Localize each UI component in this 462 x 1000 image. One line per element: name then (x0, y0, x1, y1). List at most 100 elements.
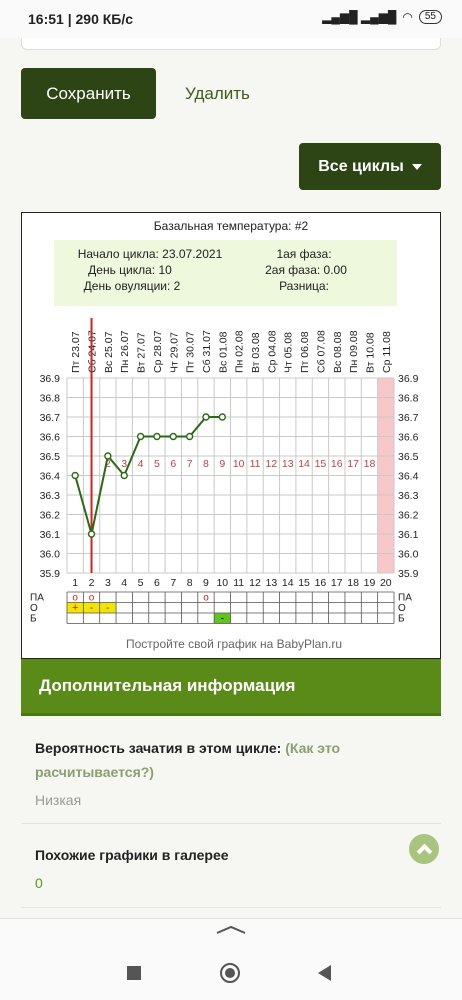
row-label-right: ПА (398, 593, 412, 604)
difference-text: Разница: (279, 279, 329, 293)
y-tick-label-left: 36.2 (40, 510, 61, 522)
page-content: Сохранить Удалить Все циклы Базальная те… (0, 38, 462, 918)
o-mark: - (90, 602, 94, 614)
date-label: Пт 06.08 (299, 331, 311, 373)
chevron-up-icon[interactable] (216, 925, 246, 935)
y-tick-label-right: 35.9 (398, 568, 419, 580)
phase-day-number: 18 (364, 458, 376, 470)
day-number: 8 (187, 577, 193, 589)
phase-day-number: 4 (138, 458, 144, 470)
bbt-chart: Базальная температура: #2 Начало цикла: 2… (21, 212, 441, 659)
date-label: Пт 23.07 (70, 331, 82, 373)
phase-day-number: 5 (154, 458, 160, 470)
temperature-point (87, 530, 96, 538)
row-label-left: ПА (30, 593, 44, 604)
status-icons: ▂▄▆█ ▂▄▆█ ◠ 55 (322, 10, 442, 24)
similar-block: Похожие графики в галерее 0 (21, 838, 441, 908)
temperature-point (136, 432, 145, 441)
y-tick-label-right: 36.4 (398, 471, 419, 483)
day-number: 15 (298, 577, 310, 589)
temperature-point (120, 471, 128, 480)
y-tick-label-right: 36.0 (398, 549, 419, 561)
day-number: 2 (89, 577, 95, 589)
day-number: 13 (266, 577, 278, 589)
temperature-point (71, 471, 79, 480)
battery-icon: 55 (418, 10, 442, 24)
y-tick-label-right: 36.2 (398, 510, 419, 522)
day-number: 7 (170, 577, 176, 589)
phase-day-number: 7 (187, 458, 193, 470)
day-number: 17 (331, 577, 343, 589)
date-label: Вс 25.07 (103, 331, 115, 373)
delete-link[interactable]: Удалить (185, 84, 250, 104)
row-label-left: О (30, 603, 38, 614)
date-label: Пн 09.08 (348, 330, 360, 373)
day-number: 3 (105, 577, 111, 589)
phase-day-number: 11 (250, 458, 261, 470)
day-number: 14 (282, 577, 294, 589)
day-number: 16 (315, 577, 327, 589)
status-bar: 16:51 | 290 КБ/с ▂▄▆█ ▂▄▆█ ◠ 55 (0, 0, 462, 38)
pa-mark: o (203, 593, 209, 604)
date-label: Чт 29.07 (168, 332, 180, 373)
phase2-text: 2ая фаза: 0.00 (265, 263, 347, 277)
save-button[interactable]: Сохранить (21, 68, 156, 119)
bbt-chart-svg: Базальная температура: #2 Начало цикла: 2… (30, 219, 419, 651)
recent-apps-button[interactable] (127, 966, 141, 980)
y-tick-label-right: 36.6 (398, 432, 419, 444)
y-tick-label-left: 36.6 (40, 432, 61, 444)
ovulation-day-text: День овуляции: 2 (84, 279, 181, 293)
y-tick-label-left: 36.4 (40, 471, 61, 483)
phase1-text: 1ая фаза: (276, 247, 331, 261)
date-label: Чт 05.08 (283, 332, 295, 373)
phase-day-number: 14 (298, 458, 310, 470)
row-label-right: Б (398, 614, 405, 625)
phase-day-number: 9 (219, 458, 225, 470)
y-tick-label-right: 36.1 (398, 529, 419, 541)
similar-value: 0 (35, 875, 43, 891)
y-tick-label-right: 36.7 (398, 412, 419, 424)
day-number: 19 (364, 577, 376, 589)
phase-day-number: 12 (266, 458, 278, 470)
y-tick-label-left: 36.7 (40, 412, 61, 424)
y-tick-label-left: 36.3 (40, 490, 61, 502)
date-label: Вс 01.08 (217, 331, 229, 373)
chart-footer: Постройте свой график на BabyPlan.ru (126, 637, 342, 651)
phase-day-number: 15 (315, 458, 327, 470)
day-number: 12 (249, 577, 261, 589)
form-card-bottom (21, 38, 441, 50)
day-number: 10 (216, 577, 228, 589)
phase-day-number: 17 (347, 458, 359, 470)
date-label: Вс 08.08 (332, 331, 344, 373)
y-tick-label-right: 36.8 (398, 393, 419, 405)
cycle-day-text: День цикла: 10 (88, 263, 172, 277)
y-tick-label-left: 35.9 (40, 568, 61, 580)
conception-block: Вероятность зачатия в этом цикле: (Как э… (21, 728, 441, 824)
date-label: Пн 26.07 (119, 330, 131, 373)
day-number: 18 (347, 577, 359, 589)
home-button[interactable] (220, 963, 240, 983)
chevron-up-icon (416, 843, 432, 860)
chart-title: Базальная температура: #2 (154, 219, 309, 233)
back-button[interactable] (318, 965, 331, 981)
status-time: 16:51 | 290 КБ/с (28, 11, 134, 27)
all-cycles-label: Все циклы (318, 157, 404, 175)
conception-value: Низкая (35, 792, 82, 808)
additional-info-header: Дополнительная информация (21, 659, 441, 716)
date-label: Ср 04.08 (266, 330, 278, 373)
row-label-left: Б (30, 614, 37, 625)
o-mark: - (106, 602, 110, 614)
phase-day-number: 8 (203, 458, 209, 470)
temperature-point (169, 432, 177, 441)
date-label: Пт 30.07 (185, 331, 197, 373)
all-cycles-dropdown[interactable]: Все циклы (299, 143, 441, 190)
date-label: Сб 07.08 (315, 330, 327, 373)
y-tick-label-left: 36.5 (40, 451, 61, 463)
temperature-point (202, 413, 210, 421)
row-label-right: О (398, 603, 406, 614)
day-number: 20 (380, 577, 392, 589)
date-label: Вт 03.08 (250, 332, 262, 373)
scroll-top-button[interactable] (409, 834, 439, 864)
temperature-point (218, 413, 227, 421)
system-nav-bar (0, 918, 462, 1000)
